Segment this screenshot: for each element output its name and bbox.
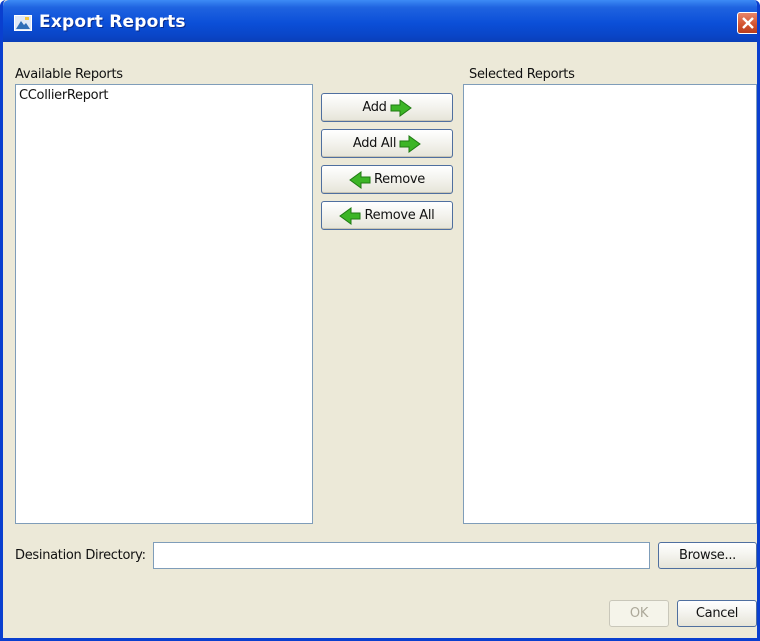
list-item[interactable]: CCollierReport — [19, 88, 108, 103]
available-reports-list[interactable]: CCollierReport — [15, 84, 313, 524]
browse-button[interactable]: Browse... — [658, 542, 757, 569]
remove-button[interactable]: Remove — [321, 165, 453, 194]
remove-all-button-label: Remove All — [364, 208, 435, 223]
destination-directory-field[interactable] — [153, 542, 650, 569]
window-title: Export Reports — [39, 12, 186, 32]
add-all-button[interactable]: Add All — [321, 129, 453, 158]
close-button[interactable] — [737, 12, 757, 34]
add-button-label: Add — [362, 100, 387, 115]
add-all-button-label: Add All — [352, 136, 397, 151]
export-reports-dialog: Export Reports Available Reports CCollie… — [0, 0, 760, 641]
add-button[interactable]: Add — [321, 93, 453, 122]
destination-directory-label: Desination Directory: — [15, 548, 146, 563]
arrow-right-icon — [399, 134, 422, 153]
remove-all-button[interactable]: Remove All — [321, 201, 453, 230]
arrow-right-icon — [390, 98, 412, 117]
selected-reports-label: Selected Reports — [469, 67, 575, 82]
app-icon — [14, 15, 32, 31]
selected-reports-list[interactable] — [463, 84, 757, 524]
remove-button-label: Remove — [374, 172, 425, 187]
close-icon — [742, 17, 754, 29]
available-reports-label: Available Reports — [15, 67, 123, 82]
arrow-left-icon — [339, 206, 361, 225]
arrow-left-icon — [349, 170, 371, 189]
title-bar[interactable]: Export Reports — [3, 0, 757, 42]
ok-button[interactable]: OK — [609, 600, 669, 627]
cancel-button[interactable]: Cancel — [677, 600, 757, 627]
